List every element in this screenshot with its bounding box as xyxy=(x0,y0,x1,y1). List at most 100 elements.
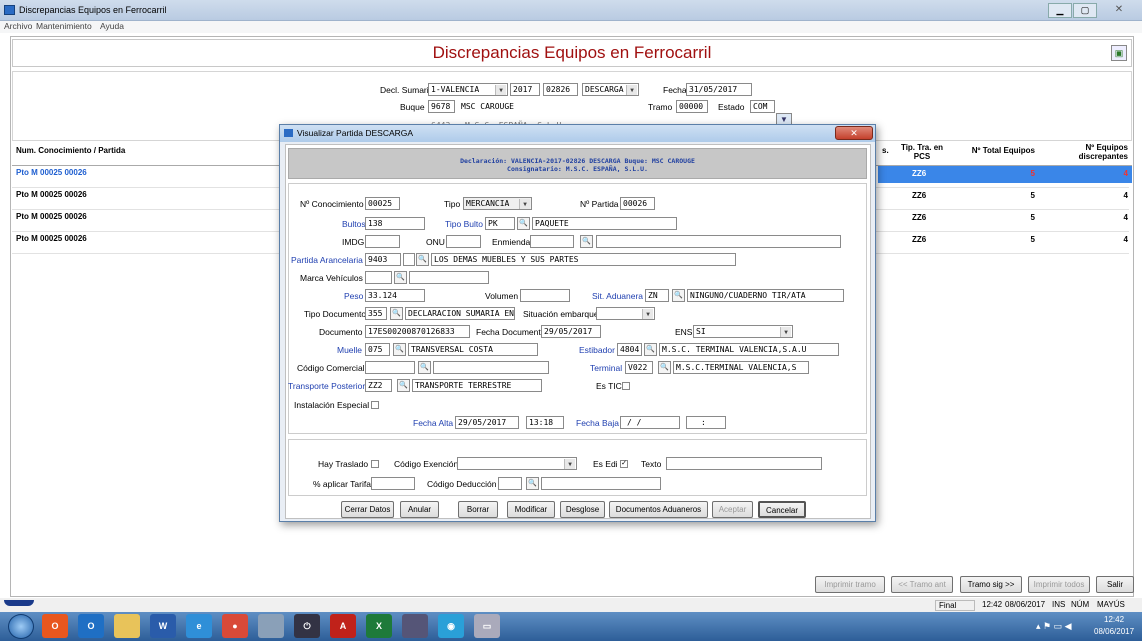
estibador-search-icon[interactable]: 🔍 xyxy=(644,343,657,356)
cod-comercial-label: Código Comercial xyxy=(297,363,365,373)
es-tic-checkbox[interactable] xyxy=(622,382,630,390)
tipo-bulto-search-icon[interactable]: 🔍 xyxy=(517,217,530,230)
cod-deduccion-field[interactable] xyxy=(498,477,522,490)
imdg-field[interactable] xyxy=(365,235,400,248)
taskbar-word-icon[interactable]: W xyxy=(150,614,176,638)
tipo-doc-search-icon[interactable]: 🔍 xyxy=(390,307,403,320)
row-disc: 4 xyxy=(1123,169,1128,178)
arancelaria-field[interactable]: 9403 xyxy=(365,253,401,266)
tipo-doc-field[interactable]: 355 xyxy=(365,307,387,320)
texto-field[interactable] xyxy=(666,457,822,470)
anular-button[interactable]: Anular xyxy=(400,501,439,518)
banner-line-2: Consignatario: M.S.C. ESPAÑA, S.L.U. xyxy=(507,165,648,173)
terminal-search-icon[interactable]: 🔍 xyxy=(658,361,671,374)
aplicar-tarifa-field[interactable] xyxy=(371,477,415,490)
desglose-button[interactable]: Desglose xyxy=(560,501,605,518)
tipo-select[interactable]: MERCANCIA ▼ xyxy=(463,197,532,210)
minimize-button[interactable]: ▁ xyxy=(1048,3,1072,18)
start-button[interactable] xyxy=(8,614,34,639)
app-icon xyxy=(4,5,15,15)
enmienda-search-icon[interactable]: 🔍 xyxy=(580,235,593,248)
cod-deduccion-search-icon[interactable]: 🔍 xyxy=(526,477,539,490)
enmienda-field[interactable] xyxy=(530,235,574,248)
imprimir-todos-button[interactable]: Imprimir todos xyxy=(1028,576,1090,593)
tramo-sig-button[interactable]: Tramo sig >> xyxy=(960,576,1022,593)
taskbar-app-icon[interactable] xyxy=(258,614,284,638)
bultos-field[interactable]: 138 xyxy=(365,217,425,230)
taskbar-ie-icon[interactable]: e xyxy=(186,614,212,638)
sit-embarque-select[interactable]: ▼ xyxy=(596,307,655,320)
menu-ayuda[interactable]: Ayuda xyxy=(100,21,124,31)
sit-embarque-label: Situación embarque xyxy=(523,309,599,319)
peso-field[interactable]: 33.124 xyxy=(365,289,425,302)
cod-exencion-select[interactable]: ▼ xyxy=(457,457,577,470)
buque-code[interactable]: 9678 xyxy=(428,100,455,113)
marca-search-icon[interactable]: 🔍 xyxy=(394,271,407,284)
sit-aduanera-search-icon[interactable]: 🔍 xyxy=(672,289,685,302)
buque-name: MSC CAROUGE xyxy=(458,100,598,113)
borrar-button[interactable]: Borrar xyxy=(458,501,498,518)
tipo-bulto-field[interactable]: PK xyxy=(485,217,515,230)
estibador-field[interactable]: 4804 xyxy=(617,343,642,356)
taskbar-chrome-icon[interactable]: ● xyxy=(222,614,248,638)
fecha-doc-field[interactable]: 29/05/2017 xyxy=(541,325,601,338)
cancelar-button[interactable]: Cancelar xyxy=(758,501,806,518)
ens-select[interactable]: SI ▼ xyxy=(693,325,793,338)
partida-field[interactable]: 00026 xyxy=(620,197,655,210)
hora-baja-field[interactable]: : xyxy=(686,416,726,429)
aceptar-button[interactable]: Aceptar xyxy=(712,501,753,518)
transporte-search-icon[interactable]: 🔍 xyxy=(397,379,410,392)
documento-field[interactable]: 17ES00200870126833 xyxy=(365,325,470,338)
transporte-field[interactable]: ZZ2 xyxy=(365,379,392,392)
arancelaria-sub[interactable] xyxy=(403,253,415,266)
cod-comercial-search-icon[interactable]: 🔍 xyxy=(418,361,431,374)
muelle-field[interactable]: 075 xyxy=(365,343,390,356)
onu-field[interactable] xyxy=(446,235,481,248)
es-edi-checkbox[interactable]: ✓ xyxy=(620,460,628,468)
instalacion-checkbox[interactable] xyxy=(371,401,379,409)
maximize-button[interactable]: ▢ xyxy=(1073,3,1097,18)
fecha-field[interactable]: 31/05/2017 xyxy=(686,83,752,96)
taskbar-terminal-icon[interactable]: ▭ xyxy=(474,614,500,638)
number-field[interactable]: 02826 xyxy=(543,83,578,96)
fecha-baja-field[interactable]: / / xyxy=(620,416,680,429)
export-icon[interactable]: ▣ xyxy=(1111,45,1127,61)
close-button[interactable]: ✕ xyxy=(1102,3,1136,18)
salir-button[interactable]: Salir xyxy=(1096,576,1134,593)
cod-comercial-field[interactable] xyxy=(365,361,415,374)
dialog-close-button[interactable]: ✕ xyxy=(835,126,873,140)
menu-archivo[interactable]: Archivo xyxy=(4,21,32,31)
taskbar-outlook-icon[interactable]: O xyxy=(78,614,104,638)
arancelaria-search-icon[interactable]: 🔍 xyxy=(416,253,429,266)
col-partida: Num. Conocimiento / Partida xyxy=(16,146,126,155)
hora-alta-field[interactable]: 13:18 xyxy=(526,416,564,429)
taskbar-acrobat-icon[interactable]: A xyxy=(330,614,356,638)
fecha-alta-field[interactable]: 29/05/2017 xyxy=(455,416,519,429)
volumen-field[interactable] xyxy=(520,289,570,302)
terminal-field[interactable]: V022 xyxy=(625,361,653,374)
taskbar-globe-icon[interactable]: ◉ xyxy=(438,614,464,638)
documentos-aduaneros-button[interactable]: Documentos Aduaneros xyxy=(609,501,708,518)
taskbar-network-icon[interactable] xyxy=(402,614,428,638)
tray-icons[interactable]: ▴ ⚑ ▭ ◀ xyxy=(1036,621,1072,632)
taskbar-excel-icon[interactable]: X xyxy=(366,614,392,638)
imprimir-tramo-button[interactable]: Imprimir tramo xyxy=(815,576,885,593)
tramo-field[interactable]: 00000 xyxy=(676,100,708,113)
tramo-ant-button[interactable]: << Tramo ant xyxy=(891,576,953,593)
year-field[interactable]: 2017 xyxy=(510,83,540,96)
menu-mantenimiento[interactable]: Mantenimiento xyxy=(36,21,92,31)
taskbar-folder-icon[interactable] xyxy=(114,614,140,638)
modificar-button[interactable]: Modificar xyxy=(507,501,555,518)
decl-select[interactable]: 1-VALENCIA ▼ xyxy=(428,83,508,96)
cerrar-datos-button[interactable]: Cerrar Datos xyxy=(341,501,394,518)
dialog-title: Visualizar Partida DESCARGA xyxy=(297,128,414,138)
traslado-checkbox[interactable] xyxy=(371,460,379,468)
muelle-search-icon[interactable]: 🔍 xyxy=(393,343,406,356)
operation-select[interactable]: DESCARGA ▼ xyxy=(582,83,639,96)
conocimiento-field[interactable]: 00025 xyxy=(365,197,400,210)
taskbar-power-icon[interactable]: ⏻ xyxy=(294,614,320,638)
marca-field[interactable] xyxy=(365,271,392,284)
sit-aduanera-field[interactable]: ZN xyxy=(645,289,669,302)
taskbar-opera-icon[interactable]: O xyxy=(42,614,68,638)
status-final: Final xyxy=(935,600,975,611)
